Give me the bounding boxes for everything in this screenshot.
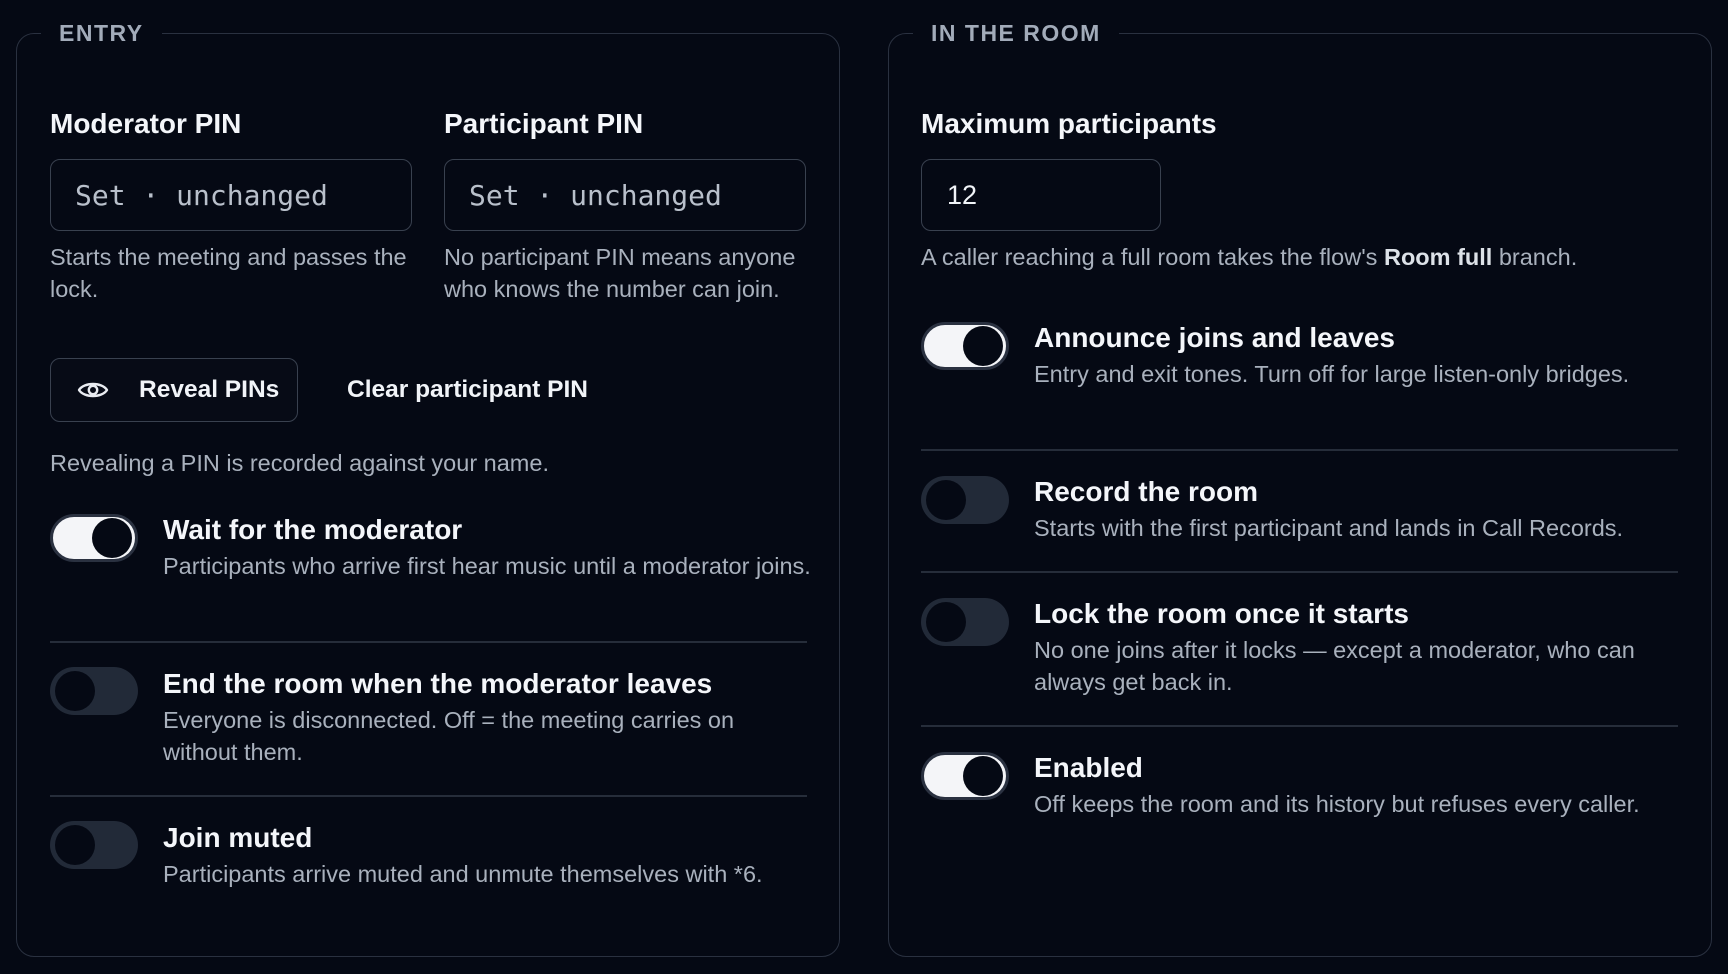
reveal-pins-button[interactable]: Reveal PINs — [50, 358, 298, 422]
max-participants-label: Maximum participants — [921, 108, 1217, 139]
option-divider — [50, 795, 807, 797]
participant-pin-input[interactable] — [444, 159, 806, 231]
record-room-title: Record the room — [1034, 476, 1259, 507]
reveal-pins-note: Revealing a PIN is recorded against your… — [50, 450, 549, 476]
toggle-knob — [963, 756, 1003, 796]
entry-legend: ENTRY — [59, 20, 144, 46]
record-room-description: Starts with the first participant and la… — [1034, 515, 1624, 541]
toggle-knob — [926, 602, 966, 642]
join-muted-title: Join muted — [163, 822, 313, 853]
toggle-knob — [926, 480, 966, 520]
room-enabled-description: Off keeps the room and its history but r… — [1034, 791, 1640, 817]
join-muted-toggle[interactable] — [50, 821, 138, 869]
in-the-room-panel: IN THE ROOM Maximum participants A calle… — [888, 22, 1712, 957]
room-full-branch-label: Room full — [1383, 244, 1493, 270]
room-enabled-title: Enabled — [1034, 752, 1143, 783]
participant-pin-help: No participant PIN means anyone who know… — [444, 244, 796, 302]
room-enabled-toggle[interactable] — [921, 752, 1009, 800]
moderator-pin-label: Moderator PIN — [50, 108, 242, 139]
wait-for-moderator-toggle[interactable] — [50, 514, 138, 562]
entry-panel: ENTRY Moderator PIN Starts the meeting a… — [16, 22, 840, 957]
announce-joins-toggle[interactable] — [921, 322, 1009, 370]
toggle-knob — [92, 518, 132, 558]
toggle-knob — [55, 671, 95, 711]
lock-room-toggle[interactable] — [921, 598, 1009, 646]
join-muted-description: Participants arrive muted and unmute the… — [163, 861, 763, 887]
end-room-on-moderator-leave-toggle[interactable] — [50, 667, 138, 715]
option-divider — [921, 725, 1678, 727]
reveal-pins-label: Reveal PINs — [139, 376, 280, 403]
toggle-knob — [55, 825, 95, 865]
participant-pin-label: Participant PIN — [444, 108, 644, 139]
wait-for-moderator-description: Participants who arrive first hear music… — [163, 553, 811, 579]
option-divider — [921, 571, 1678, 573]
option-divider — [50, 641, 807, 643]
max-participants-input[interactable] — [921, 159, 1161, 231]
conference-room-settings: ENTRY Moderator PIN Starts the meeting a… — [0, 0, 1728, 974]
end-room-on-moderator-leave-description: Everyone is disconnected. Off = the meet… — [163, 707, 735, 765]
max-participants-help-text: A caller reaching a full room takes the … — [921, 244, 1384, 270]
record-room-toggle[interactable] — [921, 476, 1009, 524]
max-participants-help-text: branch. — [1492, 244, 1578, 270]
announce-joins-description: Entry and exit tones. Turn off for large… — [1034, 361, 1630, 387]
lock-room-title: Lock the room once it starts — [1034, 598, 1409, 629]
wait-for-moderator-title: Wait for the moderator — [163, 514, 463, 545]
moderator-pin-input[interactable] — [50, 159, 412, 231]
lock-room-description: No one joins after it locks — except a m… — [1034, 637, 1635, 695]
toggle-knob — [963, 326, 1003, 366]
eye-icon — [77, 374, 109, 406]
option-divider — [921, 449, 1678, 451]
in-the-room-legend: IN THE ROOM — [931, 20, 1101, 46]
moderator-pin-help: Starts the meeting and passes the lock. — [50, 244, 407, 302]
end-room-on-moderator-leave-title: End the room when the moderator leaves — [163, 668, 713, 699]
clear-participant-pin-button[interactable]: Clear participant PIN — [347, 376, 588, 404]
max-participants-help: A caller reaching a full room takes the … — [921, 241, 1691, 273]
announce-joins-title: Announce joins and leaves — [1034, 322, 1395, 353]
